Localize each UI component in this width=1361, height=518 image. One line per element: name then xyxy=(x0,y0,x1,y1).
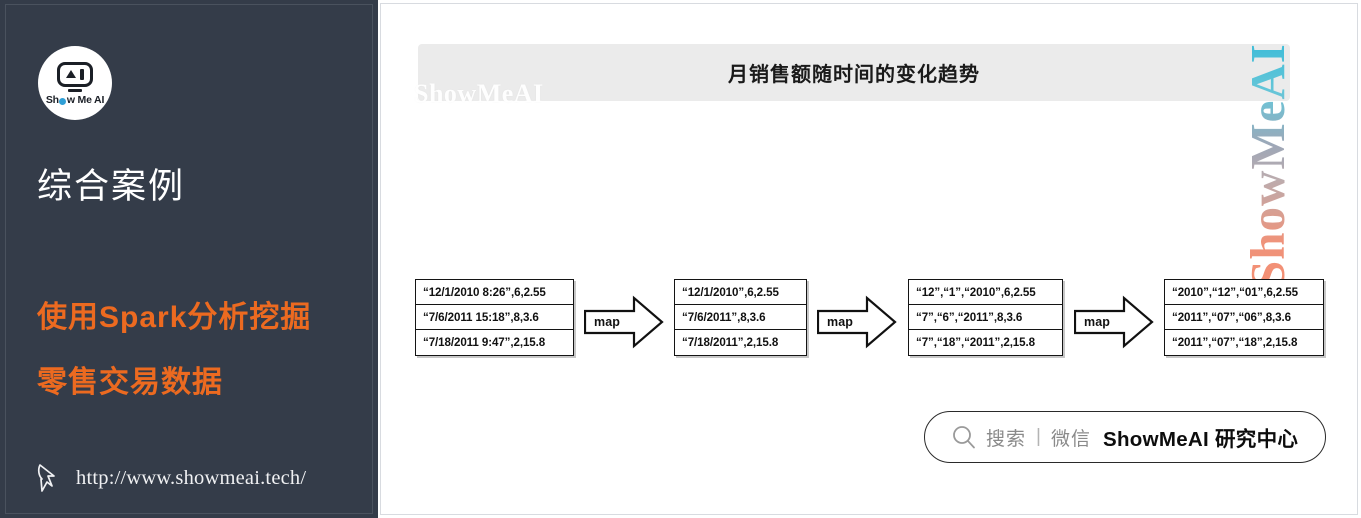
table-row: “12”,“1”,“2010”,6,2.55 xyxy=(909,280,1062,305)
pipeline-step-1-box[interactable]: “12/1/2010 8:26”,6,2.55 “7/6/2011 15:18”… xyxy=(415,279,574,356)
chart-title: 月销售额随时间的变化趋势 xyxy=(728,64,980,86)
table-row: “7”,“18”,“2011”,2,15.8 xyxy=(916,336,1035,349)
header-watermark: ShowMeAI xyxy=(414,79,544,108)
search-channel: 微信 xyxy=(1050,428,1091,450)
pipeline-step-3-box[interactable]: “12”,“1”,“2010”,6,2.55 “7”,“6”,“2011”,8,… xyxy=(908,279,1063,356)
logo-text-before: Sh xyxy=(45,94,59,107)
pipeline-step-2-box[interactable]: “12/1/2010”,6,2.55 “7/6/2011”,8,3.6 “7/1… xyxy=(674,279,807,356)
header-band: 月销售额随时间的变化趋势 xyxy=(418,44,1290,101)
search-brand: ShowMeAI 研究中心 xyxy=(1102,428,1299,451)
robot-face-icon xyxy=(57,61,93,87)
slide-content: 月销售额随时间的变化趋势 ShowMeAI ShowMeAI “12/1/201… xyxy=(378,0,1361,518)
table-row: “7/6/2011 15:18”,8,3.6 xyxy=(416,305,573,330)
map-arrow-label: map xyxy=(827,315,854,329)
chevron-up-icon xyxy=(66,70,77,79)
table-row: “7/6/2011”,8,3.6 xyxy=(675,305,806,330)
map-arrow-2[interactable]: map xyxy=(817,295,897,349)
logo-o-dot-icon xyxy=(59,97,67,105)
search-placeholder: 搜索 xyxy=(986,428,1027,450)
sidebar: Sh w Me AI 综合案例 使用Spark分析挖掘 零售交易数据 http:… xyxy=(0,0,378,518)
page-title: 综合案例 xyxy=(37,167,186,206)
map-arrow-label: map xyxy=(1084,315,1111,329)
pipeline-step-4-box[interactable]: “2010”,“12”,“01”,6,2.55 “2011”,“07”,“06”… xyxy=(1164,279,1324,356)
search-divider: | xyxy=(1036,426,1041,447)
brand-logo: Sh w Me AI xyxy=(38,46,112,120)
map-arrow-label: map xyxy=(594,315,621,329)
logo-text: Sh w Me AI xyxy=(45,94,105,107)
map-arrow-3[interactable]: map xyxy=(1074,295,1154,349)
robot-neck-icon xyxy=(68,89,82,93)
wechat-search-pill[interactable]: 搜索 | 微信 ShowMeAI 研究中心 xyxy=(924,411,1326,463)
table-row: “2011”,“07”,“06”,8,3.6 xyxy=(1165,305,1323,330)
logo-text-after: w Me AI xyxy=(66,94,105,107)
cursor-arrow-icon xyxy=(37,464,55,492)
table-row: “7”,“6”,“2011”,8,3.6 xyxy=(909,305,1062,330)
search-icon xyxy=(953,426,975,449)
table-row: “2011”,“07”,“18”,2,15.8 xyxy=(1172,336,1298,349)
logo-circle: Sh w Me AI xyxy=(38,46,112,120)
vertical-brand-watermark: ShowMeAI xyxy=(1240,30,1295,288)
table-row: “12/1/2010 8:26”,6,2.55 xyxy=(416,280,573,305)
table-row: “12/1/2010”,6,2.55 xyxy=(675,280,806,305)
website-url: http://www.showmeai.tech/ xyxy=(76,466,307,489)
map-arrow-1[interactable]: map xyxy=(584,295,664,349)
table-row: “2010”,“12”,“01”,6,2.55 xyxy=(1165,280,1323,305)
table-row: “7/18/2011 9:47”,2,15.8 xyxy=(423,336,546,349)
bar-glyph-icon xyxy=(80,68,84,80)
subtitle-line-2: 零售交易数据 xyxy=(37,366,223,399)
website-link-row[interactable]: http://www.showmeai.tech/ xyxy=(36,462,306,494)
subtitle-line-1: 使用Spark分析挖掘 xyxy=(37,301,312,334)
table-row: “7/18/2011”,2,15.8 xyxy=(682,336,779,349)
